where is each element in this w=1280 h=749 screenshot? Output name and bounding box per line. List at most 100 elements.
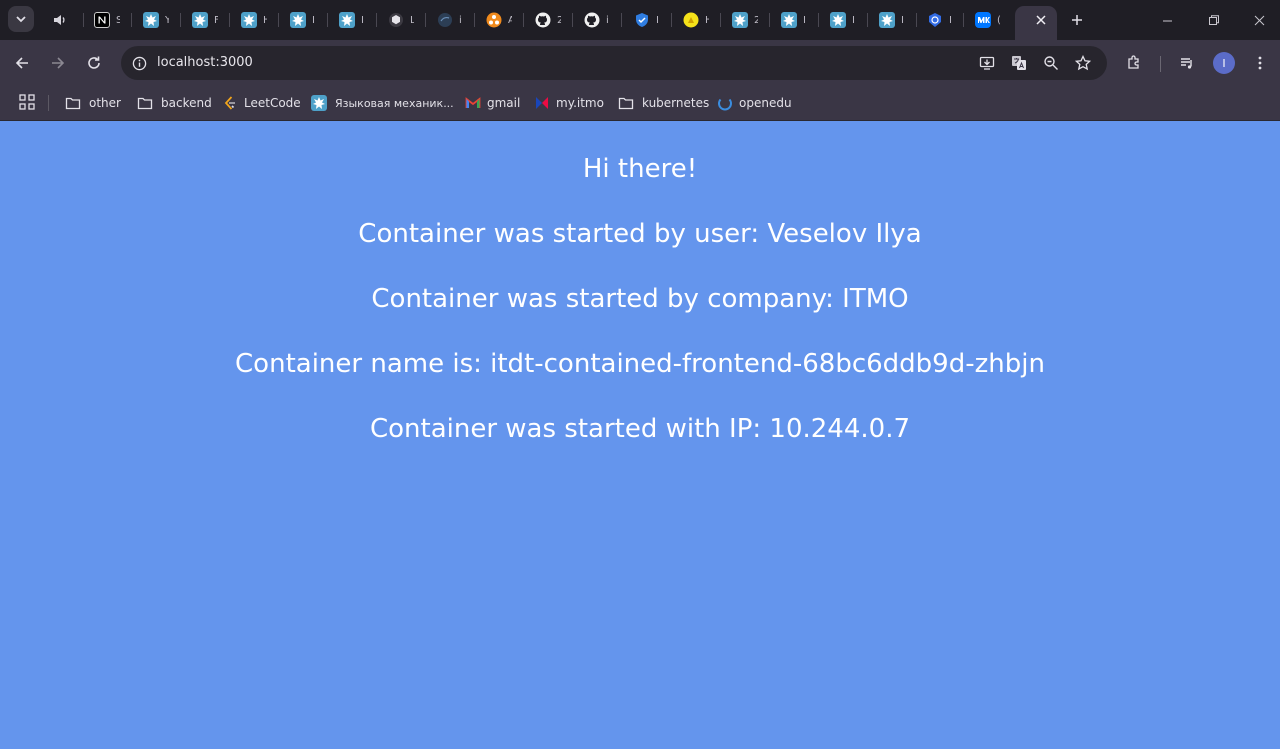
tab[interactable]: 2 (732, 6, 758, 34)
confluence-icon (192, 12, 208, 28)
back-button[interactable] (7, 48, 37, 78)
tab[interactable]: I (879, 6, 905, 34)
bookmark-leetcode[interactable]: LeetCode (222, 91, 301, 115)
tab[interactable]: S (94, 6, 120, 34)
tab-separator (621, 13, 622, 27)
tab-separator (867, 13, 868, 27)
toolbar-divider (1160, 56, 1161, 72)
address-bar[interactable]: localhost:3000 (121, 46, 1107, 80)
minimize-icon (1162, 20, 1172, 21)
extensions-button[interactable] (1119, 48, 1149, 78)
tab-strip: S Y F H I I L i A 2 i I H 2 I I I I ( (0, 0, 1280, 40)
media-controls-button[interactable] (1172, 48, 1202, 78)
site-info-button[interactable] (127, 51, 151, 75)
bookmark-star-button[interactable] (1071, 51, 1095, 75)
tab-separator (131, 13, 132, 27)
github-icon (535, 12, 551, 28)
leetcode-icon (222, 95, 238, 111)
info-icon (132, 56, 146, 70)
confluence-icon (732, 12, 748, 28)
close-tab-button[interactable] (1032, 11, 1050, 29)
tab[interactable]: I (339, 6, 365, 34)
tab[interactable]: i (437, 6, 463, 34)
minimize-button[interactable] (1144, 0, 1190, 40)
confluence-icon (879, 12, 895, 28)
tab-title: 2 (754, 14, 758, 26)
audio-icon[interactable] (52, 12, 68, 28)
zoom-button[interactable] (1039, 51, 1063, 75)
triangle-icon (486, 12, 502, 28)
tab[interactable]: 2 (535, 6, 561, 34)
confluence-icon (830, 12, 846, 28)
bookmark-my-itmo[interactable]: my.itmo (534, 91, 604, 115)
bookmark-label: openedu (739, 96, 792, 110)
tab-title: S (116, 14, 120, 26)
tab-separator (83, 13, 84, 27)
translate-icon (1012, 56, 1026, 70)
close-icon (1036, 15, 1046, 25)
confluence-icon (290, 12, 306, 28)
bookmark-openedu[interactable]: openedu (717, 91, 792, 115)
tab[interactable]: H (241, 6, 267, 34)
tab-title: H (705, 14, 709, 26)
tab-title: I (803, 14, 806, 26)
bookmark-gmail[interactable]: gmail (465, 91, 520, 115)
confluence-icon (311, 95, 327, 111)
folder-icon (618, 95, 634, 111)
openedu-icon (717, 95, 733, 111)
tab-separator (523, 13, 524, 27)
tab[interactable]: I (290, 6, 316, 34)
reload-icon (88, 56, 100, 69)
tab-title: ( (997, 14, 1001, 26)
plus-icon (1072, 15, 1082, 25)
tab-separator (474, 13, 475, 27)
menu-button[interactable] (1245, 48, 1275, 78)
apps-grid-icon[interactable] (18, 93, 36, 111)
bookmark-folder-backend[interactable]: backend (137, 91, 212, 115)
close-icon (1254, 15, 1264, 25)
tab[interactable]: L (388, 6, 414, 34)
tab-separator (818, 13, 819, 27)
browser-toolbar: localhost:3000 I (0, 40, 1280, 86)
notion-icon (94, 12, 110, 28)
confluence-icon (781, 12, 797, 28)
yellow-circle-icon (683, 12, 699, 28)
tab[interactable]: F (192, 6, 218, 34)
address-text[interactable]: localhost:3000 (157, 46, 253, 80)
forward-button[interactable] (43, 48, 73, 78)
tab[interactable]: I (634, 6, 660, 34)
tab[interactable]: I (781, 6, 807, 34)
reload-button[interactable] (79, 48, 109, 78)
container-name-text: Container name is: itdt-contained-fronte… (235, 349, 1045, 379)
translate-button[interactable] (1007, 51, 1031, 75)
tab[interactable]: Y (143, 6, 169, 34)
close-window-button[interactable] (1236, 0, 1280, 40)
kubernetes-icon (927, 12, 943, 28)
github-icon (584, 12, 600, 28)
tab-separator (720, 13, 721, 27)
tab[interactable]: ( (975, 6, 1001, 34)
tab[interactable]: A (486, 6, 512, 34)
tab[interactable]: H (683, 6, 709, 34)
tab-title: L (410, 14, 414, 26)
cube-icon (388, 12, 404, 28)
profile-avatar[interactable]: I (1213, 52, 1235, 74)
tab[interactable]: i (584, 6, 610, 34)
folder-icon (65, 95, 81, 111)
bookmark-confluence[interactable]: Языковая механик... (311, 91, 454, 115)
tab[interactable]: I (830, 6, 856, 34)
container-company-text: Container was started by company: ITMO (371, 284, 909, 314)
globe-icon (437, 12, 453, 28)
restore-button[interactable] (1190, 0, 1236, 40)
tab[interactable] (52, 6, 68, 34)
tab[interactable]: I (927, 6, 953, 34)
tab-title: I (656, 14, 659, 26)
bookmark-folder-other[interactable]: other (65, 91, 121, 115)
tab-title: A (508, 14, 512, 26)
tab-search-button[interactable] (8, 6, 34, 32)
new-tab-button[interactable] (1066, 9, 1088, 31)
vk-icon (975, 12, 991, 28)
bookmark-label: kubernetes (642, 96, 710, 110)
bookmark-folder-kubernetes[interactable]: kubernetes (618, 91, 709, 115)
install-app-button[interactable] (975, 51, 999, 75)
